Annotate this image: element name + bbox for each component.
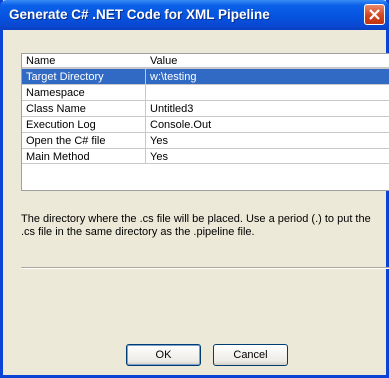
column-header-value[interactable]: Value [150, 54, 177, 68]
property-name: Open the C# file [26, 135, 106, 147]
property-name: Main Method [26, 151, 90, 163]
title-bar[interactable]: Generate C# .NET Code for XML Pipeline [0, 0, 389, 30]
property-value[interactable]: Yes [150, 134, 168, 148]
grid-row-open-cs-file[interactable]: Open the C# file Yes [22, 132, 389, 148]
property-name: Class Name [26, 103, 86, 115]
property-grid[interactable]: Name Value Target Directory w:\testing N… [21, 53, 389, 191]
grid-row-main-method[interactable]: Main Method Yes [22, 148, 389, 164]
column-header-name[interactable]: Name [26, 54, 55, 68]
property-name: Namespace [26, 87, 85, 99]
separator [21, 267, 389, 269]
property-name: Execution Log [26, 119, 96, 131]
grid-header: Name Value [22, 54, 389, 68]
ok-button[interactable]: OK [126, 344, 201, 366]
dialog-window: Generate C# .NET Code for XML Pipeline N… [0, 0, 389, 378]
cancel-button[interactable]: Cancel [213, 344, 288, 366]
column-divider [145, 68, 146, 164]
grid-row-target-directory[interactable]: Target Directory w:\testing [22, 68, 389, 84]
property-value[interactable]: Console.Out [150, 118, 211, 132]
property-value[interactable]: w:\testing [150, 70, 196, 84]
grid-row-namespace[interactable]: Namespace [22, 84, 389, 100]
grid-row-class-name[interactable]: Class Name Untitled3 [22, 100, 389, 116]
close-icon [369, 9, 380, 20]
property-description: The directory where the .cs file will be… [21, 213, 371, 238]
grid-row-execution-log[interactable]: Execution Log Console.Out [22, 116, 389, 132]
window-title: Generate C# .NET Code for XML Pipeline [9, 7, 270, 22]
close-button[interactable] [364, 4, 385, 25]
property-value[interactable]: Untitled3 [150, 102, 193, 116]
property-value[interactable]: Yes [150, 150, 168, 164]
property-name: Target Directory [26, 71, 104, 83]
